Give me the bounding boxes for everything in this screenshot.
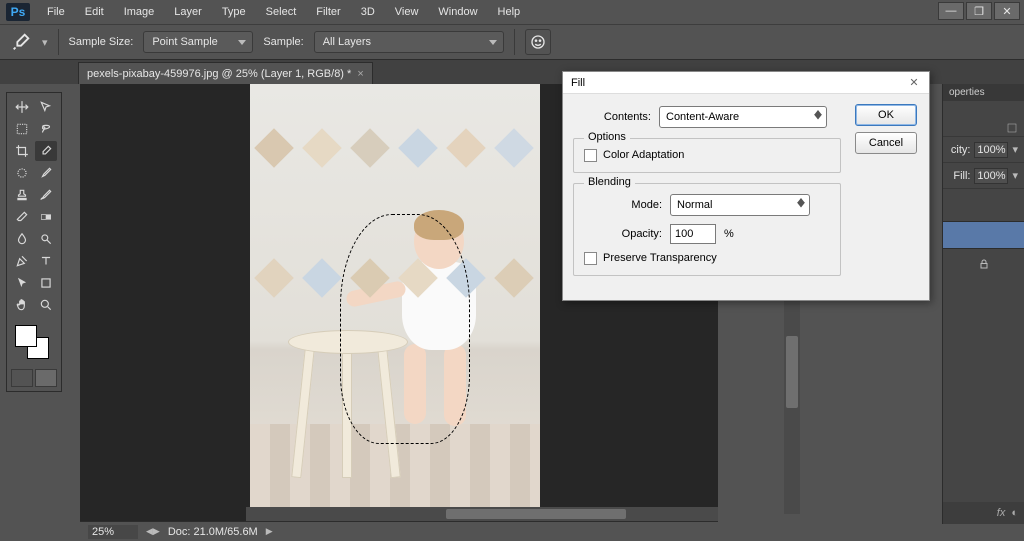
layers-footer: fx ◐ [943, 502, 1024, 524]
cancel-button[interactable]: Cancel [855, 132, 917, 154]
ok-button[interactable]: OK [855, 104, 917, 126]
eyedropper-icon [10, 31, 32, 53]
preserve-transparency-checkbox[interactable]: Preserve Transparency [584, 252, 717, 264]
opacity-label-dialog: Opacity: [584, 228, 670, 240]
options-bar: ▾ Sample Size: Point Sample Sample: All … [0, 24, 1024, 60]
document-tab[interactable]: pexels-pixabay-459976.jpg @ 25% (Layer 1… [78, 62, 373, 84]
fill-dialog: Fill ✕ Contents: Content-Aware Options C… [562, 71, 930, 301]
eyedropper-tool[interactable] [35, 141, 57, 161]
lasso-selection [340, 214, 470, 444]
menu-file[interactable]: File [38, 3, 74, 21]
mode-dropdown[interactable]: Normal [670, 194, 810, 216]
opacity-input[interactable]: 100 [670, 224, 716, 244]
lock-icon [943, 249, 1024, 279]
zoom-level[interactable]: 25% [88, 525, 138, 539]
document-tab-title: pexels-pixabay-459976.jpg @ 25% (Layer 1… [87, 68, 351, 80]
menu-image[interactable]: Image [115, 3, 164, 21]
menu-3d[interactable]: 3D [352, 3, 384, 21]
color-swatches[interactable] [11, 323, 57, 363]
menu-edit[interactable]: Edit [76, 3, 113, 21]
color-adaptation-checkbox[interactable]: Color Adaptation [584, 149, 684, 161]
mode-label: Mode: [584, 199, 670, 211]
shape-tool[interactable] [35, 273, 57, 293]
dialog-close-icon[interactable]: ✕ [907, 76, 921, 89]
options-fieldset: Options Color Adaptation [573, 138, 841, 173]
crop-tool[interactable] [11, 141, 33, 161]
horizontal-scrollbar[interactable] [246, 507, 718, 521]
quick-mask-toggle[interactable] [11, 369, 57, 387]
blending-legend: Blending [584, 176, 635, 188]
doc-info: Doc: 21.0M/65.6M [168, 526, 258, 538]
window-minimize-button[interactable]: — [938, 2, 964, 20]
properties-tab[interactable]: operties [943, 84, 1024, 101]
eraser-tool[interactable] [11, 207, 33, 227]
dodge-tool[interactable] [35, 229, 57, 249]
right-panel: operties city: 100%▾ Fill: 100%▾ fx ◐ [942, 84, 1024, 524]
sample-dropdown[interactable]: All Layers [314, 31, 504, 53]
sample-size-dropdown[interactable]: Point Sample [143, 31, 253, 53]
layer-row[interactable] [943, 221, 1024, 249]
sample-size-label: Sample Size: [69, 36, 134, 48]
dialog-title: Fill [571, 77, 585, 89]
document-tab-close-icon[interactable]: × [357, 68, 363, 80]
path-select-tool[interactable] [11, 273, 33, 293]
fx-label[interactable]: fx [997, 507, 1006, 519]
zoom-tool[interactable] [35, 295, 57, 315]
type-tool[interactable] [35, 251, 57, 271]
menu-select[interactable]: Select [257, 3, 306, 21]
opacity-label: city: [951, 144, 971, 156]
contents-dropdown[interactable]: Content-Aware [659, 106, 827, 128]
hand-tool[interactable] [11, 295, 33, 315]
sample-label: Sample: [263, 36, 303, 48]
pen-tool[interactable] [11, 251, 33, 271]
menu-help[interactable]: Help [489, 3, 530, 21]
fill-label: Fill: [953, 170, 970, 182]
foreground-color-swatch[interactable] [15, 325, 37, 347]
history-brush-tool[interactable] [35, 185, 57, 205]
window-restore-button[interactable]: ❐ [966, 2, 992, 20]
lasso-tool[interactable] [35, 119, 57, 139]
menu-layer[interactable]: Layer [165, 3, 211, 21]
sample-ring-button[interactable] [525, 29, 551, 55]
dialog-titlebar[interactable]: Fill ✕ [563, 72, 929, 94]
menu-type[interactable]: Type [213, 3, 255, 21]
app-logo: Ps [6, 3, 30, 21]
menu-bar: Ps File Edit Image Layer Type Select Fil… [0, 0, 1024, 24]
menu-filter[interactable]: Filter [307, 3, 349, 21]
zoom-arrows-icon[interactable]: ◀▶ [146, 526, 160, 537]
contents-label: Contents: [573, 111, 659, 123]
opacity-value[interactable]: 100% [974, 142, 1008, 158]
brush-tool[interactable] [35, 163, 57, 183]
status-bar: 25% ◀▶ Doc: 21.0M/65.6M ▶ [80, 521, 718, 541]
fill-value[interactable]: 100% [974, 168, 1008, 184]
mask-icon[interactable]: ◐ [1011, 507, 1018, 519]
patch-tool[interactable] [11, 163, 33, 183]
options-legend: Options [584, 131, 630, 143]
blending-fieldset: Blending Mode: Normal Opacity: 100 % Pre… [573, 183, 841, 276]
menu-window[interactable]: Window [429, 3, 486, 21]
doc-info-arrow-icon[interactable]: ▶ [266, 526, 273, 537]
blur-tool[interactable] [11, 229, 33, 249]
opacity-unit: % [724, 228, 734, 240]
move-tool[interactable] [11, 97, 33, 117]
stamp-tool[interactable] [11, 185, 33, 205]
marquee-tool[interactable] [11, 119, 33, 139]
tools-panel [6, 92, 62, 392]
gradient-tool[interactable] [35, 207, 57, 227]
menu-view[interactable]: View [386, 3, 428, 21]
artboard-tool[interactable] [35, 97, 57, 117]
window-close-button[interactable]: ✕ [994, 2, 1020, 20]
